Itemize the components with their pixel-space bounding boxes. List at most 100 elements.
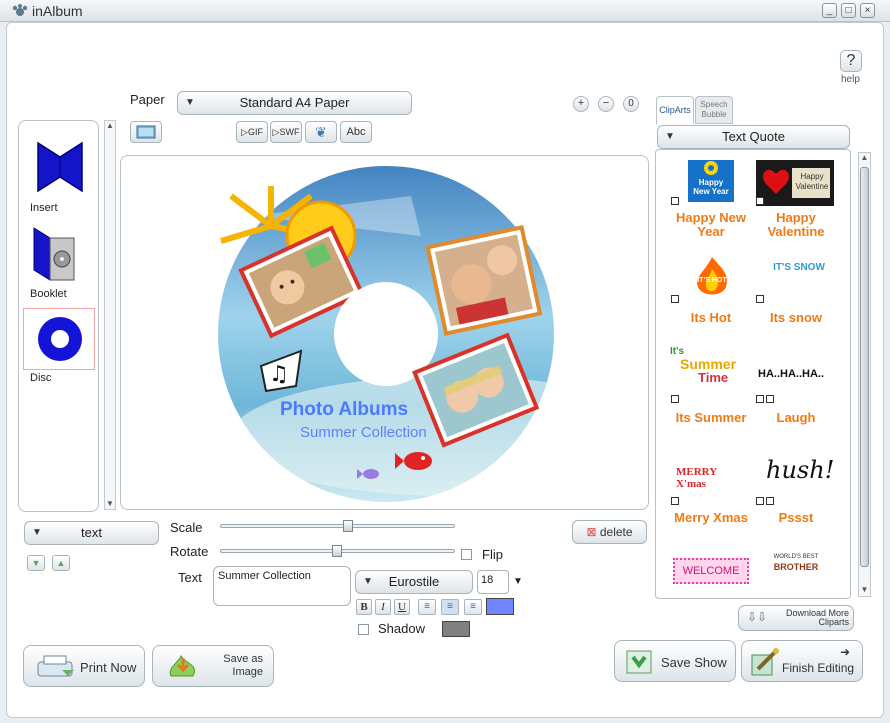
zoom-in-button[interactable]: +	[573, 96, 589, 112]
valentine-art-line2: Valentine	[795, 182, 829, 191]
design-canvas[interactable]: ♫ Photo Albums Summer Collection	[120, 155, 649, 510]
swf-button[interactable]: ▷SWF	[270, 121, 302, 143]
clip-laugh[interactable]: HA..HA..HA..	[758, 368, 838, 380]
nav-disc[interactable]	[23, 308, 95, 370]
caption-badge-icon	[766, 395, 774, 403]
underline-button[interactable]: U	[394, 599, 410, 615]
layer-down-button[interactable]: ▼	[27, 555, 45, 571]
finish-editing-icon	[751, 648, 779, 676]
zoom-reset-button[interactable]: 0	[623, 96, 639, 112]
print-now-button[interactable]: Print Now	[23, 645, 145, 687]
flip-checkbox[interactable]	[461, 549, 472, 560]
save-show-button[interactable]: Save Show	[614, 640, 736, 682]
save-as-image-button[interactable]: Save as Image	[152, 645, 274, 687]
clip-label-its-summer: Its Summer	[675, 410, 747, 425]
clip-its-hot[interactable]: IT'S HOT	[690, 255, 734, 297]
disc-icon	[38, 317, 82, 361]
clip-happy-new-year[interactable]: Happy New Year	[688, 160, 734, 202]
disc-title-text[interactable]: Photo Albums	[280, 399, 408, 421]
disc-subtitle-text[interactable]: Summer Collection	[300, 424, 427, 441]
chevron-down-icon: ▼	[363, 576, 373, 587]
finish-editing-label: Finish Editing	[782, 661, 855, 675]
clip-its-snow[interactable]: IT'S SNOW	[762, 262, 836, 276]
shadow-checkbox[interactable]	[358, 624, 369, 635]
scale-label: Scale	[170, 520, 203, 535]
align-center-icon: ≡	[447, 601, 453, 612]
align-left-button[interactable]: ≡	[418, 599, 436, 615]
save-as-image-label: Save as Image	[223, 653, 263, 678]
clip-pssst[interactable]: hush!	[766, 456, 834, 484]
align-center-button[interactable]: ≡	[441, 599, 459, 615]
paper-select[interactable]: ▼ Standard A4 Paper	[177, 91, 412, 115]
new-year-art-line2: New Year	[693, 187, 729, 196]
layer-up-button[interactable]: ▲	[52, 555, 70, 571]
download-icon: ⇩⇩	[747, 610, 768, 624]
align-right-button[interactable]: ≡	[464, 599, 482, 615]
audio-badge-icon	[671, 295, 679, 303]
clip-its-summer[interactable]: It's Summer Time	[670, 345, 752, 393]
layer-select[interactable]: ▼ text	[24, 521, 159, 545]
shadow-color-swatch[interactable]	[442, 621, 470, 637]
text-add-button[interactable]: Abc	[340, 121, 372, 143]
clip-label-happy-new-year: Happy New Year	[675, 210, 747, 239]
align-right-icon: ≡	[470, 601, 476, 612]
tab-cliparts[interactable]: ClipArts	[656, 96, 694, 124]
audio-badge-icon	[671, 497, 679, 505]
scroll-up-icon[interactable]: ▲	[105, 121, 115, 131]
zoom-out-button[interactable]: −	[598, 96, 614, 112]
clip-label-merry-xmas: Merry Xmas	[674, 510, 748, 525]
left-nav-scrollbar[interactable]: ▲ ▼	[104, 120, 116, 510]
disc-preview[interactable]: ♫	[121, 156, 650, 511]
maximize-button[interactable]: □	[841, 3, 856, 18]
clip-merry-xmas[interactable]: MERRY X'mas	[676, 466, 748, 490]
text-color-swatch[interactable]	[486, 598, 514, 615]
background-image-button[interactable]	[130, 121, 162, 143]
bold-button[interactable]: B	[356, 599, 372, 615]
scroll-down-icon[interactable]: ▼	[105, 499, 115, 509]
flame-icon	[697, 257, 727, 295]
font-size-input[interactable]: 18	[477, 570, 509, 594]
scale-thumb[interactable]	[343, 520, 353, 532]
rotate-slider[interactable]	[220, 545, 455, 557]
clipart-scrollbar[interactable]: ▲ ▼	[858, 152, 871, 597]
audio-badge-icon	[671, 395, 679, 403]
scroll-down-icon[interactable]: ▼	[859, 585, 870, 596]
help-icon[interactable]: ?	[840, 50, 862, 72]
nav-booklet[interactable]	[22, 224, 92, 284]
rotate-thumb[interactable]	[332, 545, 342, 557]
gif-button[interactable]: ▷GIF	[236, 121, 268, 143]
italic-button[interactable]: I	[375, 599, 391, 615]
clip-welcome[interactable]: WELCOME	[673, 558, 749, 584]
clip-happy-valentine[interactable]: Happy Valentine	[756, 160, 834, 206]
align-left-icon: ≡	[424, 601, 430, 612]
clip-best-brother[interactable]: WORLD'S BEST BROTHER	[768, 552, 824, 572]
svg-text:♫: ♫	[269, 362, 289, 387]
download-cliparts-label: Download More Cliparts	[785, 608, 849, 627]
close-button[interactable]: ×	[860, 3, 875, 18]
download-cliparts-button[interactable]: ⇩⇩ Download More Cliparts	[738, 605, 854, 631]
arrow-right-icon: ➜	[840, 645, 851, 659]
text-input[interactable]: Summer Collection	[213, 566, 351, 606]
minimize-button[interactable]: _	[822, 3, 837, 18]
scale-slider[interactable]	[220, 520, 455, 532]
clipart-list: Happy New Year Happy Valentine Happy New Y…	[655, 149, 851, 599]
chevron-down-icon: ▼	[665, 131, 675, 142]
save-image-icon	[169, 654, 195, 677]
clip-label-its-snow: Its snow	[769, 310, 822, 325]
tab-speech-bubble[interactable]: Speech Bubble	[695, 96, 733, 124]
scroll-up-icon[interactable]: ▲	[859, 153, 870, 164]
finish-editing-button[interactable]: ➜ Finish Editing	[741, 640, 863, 682]
new-year-art-line1: Happy	[698, 178, 724, 187]
caption-badge-icon	[766, 497, 774, 505]
delete-button[interactable]: ⊠ delete	[572, 520, 647, 544]
brother-art-line2: BROTHER	[773, 562, 819, 572]
summer-art-line3: Time	[698, 370, 729, 385]
insert-icon	[37, 141, 83, 193]
scroll-thumb[interactable]	[860, 167, 869, 567]
photo-frame-dad[interactable]	[425, 225, 543, 336]
font-select[interactable]: ▼ Eurostile	[355, 570, 473, 594]
butterfly-button[interactable]: ❦	[305, 121, 337, 143]
nav-insert[interactable]	[22, 137, 92, 197]
font-size-dropdown-icon[interactable]: ▼	[513, 576, 523, 587]
category-select[interactable]: ▼ Text Quote	[657, 125, 850, 149]
